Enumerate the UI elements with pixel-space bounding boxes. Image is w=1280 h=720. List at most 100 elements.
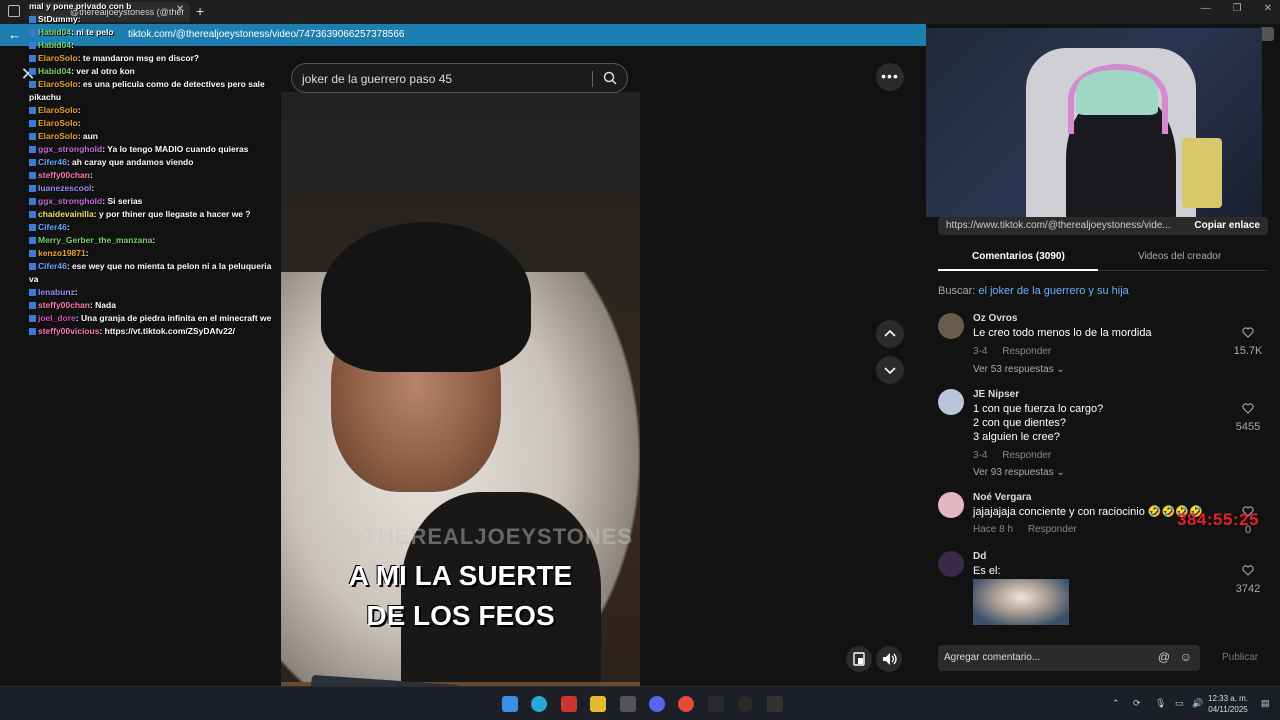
- chat-message: steffy00chan:: [29, 169, 279, 182]
- tab-creator-videos[interactable]: Videos del creador: [1138, 251, 1221, 262]
- app-icon[interactable]: [708, 696, 724, 712]
- like-count: 3742: [1235, 583, 1261, 595]
- reply-button[interactable]: Responder: [1002, 346, 1051, 357]
- more-options-button[interactable]: •••: [876, 63, 904, 91]
- chat-username: chaidevainilla: [38, 209, 94, 219]
- chrome-icon[interactable]: [678, 696, 694, 712]
- chat-username: Habid04: [38, 66, 72, 76]
- chat-message: steffy00chan: Nada: [29, 299, 279, 312]
- search-input[interactable]: joker de la guerrero paso 45: [302, 72, 452, 86]
- add-comment-placeholder: Agregar comentario...: [944, 652, 1041, 663]
- avatar[interactable]: [938, 551, 964, 577]
- avatar[interactable]: [938, 492, 964, 518]
- chat-username: ElaroSolo: [38, 53, 78, 63]
- search-icon[interactable]: [603, 71, 617, 85]
- chat-username: ElaroSolo: [38, 131, 78, 141]
- emoji-icon[interactable]: ☺: [1180, 650, 1192, 664]
- volume-icon: [883, 653, 897, 665]
- chat-username: steffy00vicious: [38, 326, 100, 336]
- mention-icon[interactable]: @: [1158, 650, 1170, 664]
- comment-author[interactable]: Noé Vergara: [973, 492, 1031, 503]
- extension-icon[interactable]: [1260, 27, 1274, 41]
- chat-colon: :: [71, 40, 74, 50]
- search-suggestion[interactable]: Buscar: el joker de la guerrero y su hij…: [938, 285, 1129, 297]
- avatar[interactable]: [938, 313, 964, 339]
- like-count: 15.7K: [1233, 345, 1263, 357]
- search-divider: [592, 71, 593, 87]
- edge-browser-icon[interactable]: [531, 696, 547, 712]
- like-button[interactable]: 3742: [1228, 563, 1268, 595]
- view-replies-button[interactable]: Ver 53 respuestas ⌄: [973, 364, 1065, 375]
- chat-message: Habid04: ni te pelo: [29, 26, 279, 39]
- chat-colon: :: [74, 287, 78, 297]
- chat-username: Habid04: [38, 40, 72, 50]
- like-button[interactable]: 5455: [1228, 401, 1268, 433]
- comment-image[interactable]: [973, 579, 1069, 625]
- publish-button[interactable]: Publicar: [1222, 652, 1258, 663]
- speaker-icon[interactable]: 🔊: [1192, 698, 1203, 709]
- tray-chevron-icon[interactable]: ⌃: [1112, 698, 1120, 709]
- picture-in-picture-button[interactable]: [846, 646, 872, 672]
- tray-sync-icon[interactable]: ⟳: [1133, 698, 1141, 709]
- reply-button[interactable]: Responder: [1028, 524, 1077, 535]
- video-search-bar[interactable]: joker de la guerrero paso 45: [291, 63, 628, 93]
- comment-text: 1 con que fuerza lo cargo? 2 con que die…: [973, 403, 1104, 443]
- copy-link-button[interactable]: Copiar enlace: [1194, 220, 1260, 231]
- comment-author[interactable]: Oz Ovros: [973, 313, 1017, 324]
- notification-icon[interactable]: ▤: [1261, 698, 1270, 709]
- sidebar-toggle-icon[interactable]: [8, 5, 20, 17]
- comment-meta: Hace 8 h Responder: [973, 524, 1089, 535]
- previous-video-button[interactable]: [876, 320, 904, 348]
- network-icon[interactable]: ▭: [1175, 698, 1184, 709]
- file-explorer-icon[interactable]: [590, 696, 606, 712]
- volume-button[interactable]: [876, 646, 902, 672]
- chat-message: ElaroSolo: te mandaron msg en discor?: [29, 52, 279, 65]
- discord-icon[interactable]: [649, 696, 665, 712]
- chat-text: ah caray que andamos viendo: [72, 157, 194, 167]
- chat-message: Merry_Gerber_the_manzana:: [29, 234, 279, 247]
- avatar[interactable]: [938, 389, 964, 415]
- chat-colon: :: [77, 105, 81, 115]
- stream-timer: 384:55:25: [1177, 510, 1260, 529]
- chevron-up-icon: [884, 329, 896, 337]
- video-player[interactable]: @THEREALJOEYSTONES A MI LA SUERTE DE LOS…: [281, 92, 640, 720]
- epic-games-icon[interactable]: [767, 696, 783, 712]
- chat-username: ggx_stronghold: [38, 196, 103, 206]
- chat-text: y por thiner que llegaste a hacer we ?: [98, 209, 251, 219]
- chat-username: ElaroSolo: [38, 79, 78, 89]
- chat-badge-icon: [29, 81, 36, 89]
- heart-icon: [1242, 403, 1254, 414]
- chat-message: Habid04: ver al otro kon: [29, 65, 279, 78]
- close-window-icon[interactable]: ✕: [1264, 3, 1272, 14]
- chat-badge-icon: [29, 263, 36, 271]
- start-menu-icon[interactable]: [502, 696, 518, 712]
- app-icon[interactable]: [737, 696, 753, 712]
- video-caption-line2: DE LOS FEOS: [366, 600, 555, 631]
- comment-date: 3-4: [973, 450, 988, 461]
- view-replies-button[interactable]: Ver 93 respuestas ⌄: [973, 467, 1065, 478]
- minimize-icon[interactable]: —: [1201, 3, 1211, 14]
- comment-meta: 3-4 Responder: [973, 450, 1063, 461]
- reply-button[interactable]: Responder: [1002, 450, 1051, 461]
- add-comment-field[interactable]: Agregar comentario... @ ☺: [938, 645, 1200, 671]
- app-icon[interactable]: [620, 696, 636, 712]
- chat-username: Merry_Gerber_the_manzana: [38, 235, 153, 245]
- search-suggestion-query[interactable]: el joker de la guerrero y su hija: [978, 285, 1128, 297]
- app-icon[interactable]: [561, 696, 577, 712]
- share-url[interactable]: https://www.tiktok.com/@therealjoeystone…: [946, 220, 1176, 231]
- maximize-icon[interactable]: ❐: [1233, 3, 1242, 14]
- like-button[interactable]: 15.7K: [1228, 325, 1268, 357]
- chat-text: mal y pone privado con b: [29, 1, 132, 11]
- tab-comments[interactable]: Comentarios (3090): [972, 251, 1065, 262]
- chat-colon: :: [77, 118, 81, 128]
- microphone-icon[interactable]: 🎙: [1155, 698, 1166, 709]
- taskbar-clock[interactable]: 12:33 a. m. 04/11/2025: [1208, 693, 1248, 715]
- chat-badge-icon: [29, 250, 36, 258]
- back-icon[interactable]: ←: [8, 27, 21, 42]
- comment-author[interactable]: Dd: [973, 551, 986, 562]
- chat-colon: :: [152, 235, 156, 245]
- chat-username: Cifer46: [38, 222, 67, 232]
- chat-badge-icon: [29, 198, 36, 206]
- comment-author[interactable]: JE Nipser: [973, 389, 1019, 400]
- next-video-button[interactable]: [876, 356, 904, 384]
